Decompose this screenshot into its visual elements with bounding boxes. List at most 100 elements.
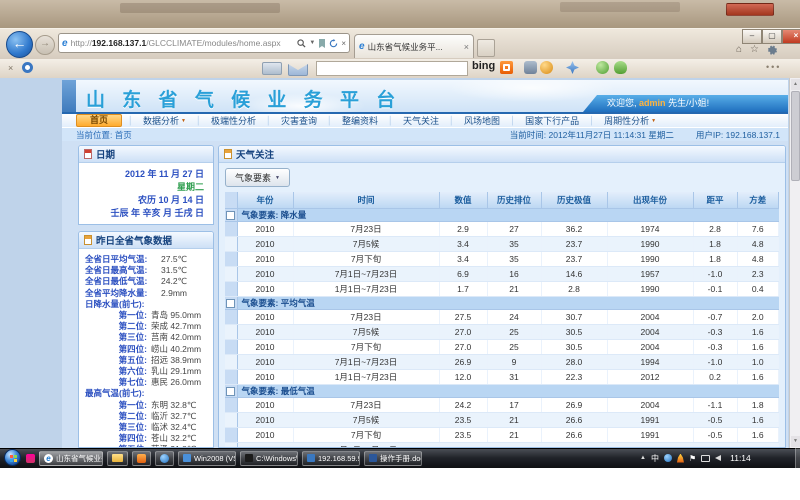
table-row[interactable]: 20107月23日2.92736.219742.87.6 — [225, 222, 779, 237]
table-row[interactable]: 20107月1日~7月23日26.9928.01994-1.01.0 — [225, 355, 779, 370]
table-row[interactable]: 20101月1日~7月23日12.03122.320120.21.6 — [225, 370, 779, 385]
collapse-checkbox[interactable] — [226, 211, 235, 220]
url-text[interactable]: http://192.168.137.1/GLCCLIMATE/modules/… — [71, 38, 295, 48]
report-icon — [84, 235, 92, 245]
forward-button[interactable]: → — [35, 35, 55, 55]
tray-clock[interactable]: 11:14 — [730, 453, 751, 463]
group-collapse-cell[interactable] — [225, 209, 237, 222]
table-row[interactable]: 20107月5候23.52126.61991-0.51.6 — [225, 413, 779, 428]
collapse-checkbox[interactable] — [226, 299, 235, 308]
favorites-star-icon[interactable]: ☆ — [750, 44, 759, 56]
table-row[interactable]: 20107月下旬27.02530.52004-0.31.6 — [225, 340, 779, 355]
bing-app-icon[interactable] — [500, 61, 513, 74]
group-collapse-cell[interactable] — [225, 385, 237, 398]
toolbar-card-icon[interactable] — [262, 62, 282, 75]
taskbar-icon-button[interactable] — [132, 451, 151, 466]
cell: 1.8 — [693, 237, 737, 252]
table-group-row[interactable]: 气象要素: 最低气温 — [225, 385, 779, 398]
cell: 6.9 — [439, 267, 487, 282]
table-row[interactable]: 20107月23日27.52430.72004-0.72.0 — [225, 310, 779, 325]
camera-icon[interactable] — [524, 61, 537, 74]
taskbar-window-button[interactable]: Win2008 (VS2... — [178, 451, 236, 466]
table-group-row[interactable]: 气象要素: 平均气温 — [225, 297, 779, 310]
ime-indicator[interactable]: 中 — [651, 453, 659, 464]
maximize-button[interactable]: ▢ — [762, 29, 782, 44]
cell: 7月23日 — [293, 222, 439, 237]
show-desktop-button[interactable] — [795, 448, 800, 468]
refresh-icon[interactable] — [329, 39, 338, 48]
people-icon[interactable] — [614, 61, 627, 74]
taskbar-window-button[interactable]: 192.168.59.99... — [302, 451, 360, 466]
table-row[interactable]: 20101月1日~7月23日1.7212.81990-0.10.4 — [225, 282, 779, 297]
nav-item-7[interactable]: 风场地图 — [454, 114, 510, 127]
address-bar[interactable]: e http://192.168.137.1/GLCCLIMATE/module… — [58, 33, 350, 53]
coins-icon[interactable] — [540, 61, 553, 74]
scroll-down-icon[interactable]: ▼ — [791, 436, 800, 447]
nav-item-2[interactable]: 数据分析▼ — [133, 114, 196, 127]
toolbar-logo-icon[interactable] — [22, 62, 33, 73]
taskbar-window-button[interactable]: 操作手册.docx ... — [364, 451, 422, 466]
tray-expand-icon[interactable]: ▲ — [640, 455, 646, 461]
element-filter-button[interactable]: 气象要素 ▼ — [225, 168, 290, 187]
start-button[interactable] — [4, 449, 21, 466]
scrollbar-thumb[interactable] — [791, 91, 800, 181]
compatibility-view-icon[interactable] — [318, 39, 326, 48]
cell: 30.5 — [541, 325, 607, 340]
search-icon[interactable] — [297, 39, 306, 48]
nav-item-1[interactable]: 首页 — [76, 114, 122, 127]
nav-item-6[interactable]: 天气关注 — [393, 114, 449, 127]
taskbar-icon-button[interactable] — [155, 451, 174, 466]
window-app-icon — [245, 454, 253, 462]
minimize-button[interactable]: – — [742, 29, 762, 44]
taskbar-ie-button[interactable]: e山东省气候业务平... — [39, 451, 103, 466]
group-collapse-cell[interactable] — [225, 297, 237, 310]
background-window-fragment — [560, 2, 680, 12]
taskbar-window-button[interactable]: C:\Windows\s... — [240, 451, 298, 466]
rank-row: 第二位:荣成 42.7mm — [85, 321, 211, 332]
nav-item-4[interactable]: 灾害查询 — [271, 114, 327, 127]
nav-item-8[interactable]: 国家下行产品 — [515, 114, 589, 127]
toolbar-overflow-icon[interactable]: ••• — [766, 62, 781, 72]
rank-row: 第五位:招远 38.9mm — [85, 355, 211, 366]
collapse-checkbox[interactable] — [226, 387, 235, 396]
stop-icon[interactable]: × — [341, 39, 346, 48]
settings-gear-icon[interactable] — [767, 45, 777, 55]
table-row[interactable]: 20107月5候27.02530.52004-0.31.6 — [225, 325, 779, 340]
taskbar-icon-button[interactable] — [107, 451, 128, 466]
calendar-panel-title: 日期 — [96, 147, 115, 161]
tray-app-icon[interactable] — [664, 454, 672, 462]
desktop-background — [0, 0, 800, 28]
table-row[interactable]: 20107月1日~7月23日6.91614.61957-1.02.3 — [225, 267, 779, 282]
tray-flame-icon[interactable] — [677, 454, 684, 463]
cell: 2004 — [607, 310, 693, 325]
vertical-scrollbar[interactable]: ▲ ▼ — [789, 78, 800, 448]
table-row[interactable]: 20107月5候3.43523.719901.84.8 — [225, 237, 779, 252]
volume-icon[interactable] — [715, 455, 721, 461]
new-tab-button[interactable] — [477, 39, 495, 57]
action-center-flag-icon[interactable]: ⚑ — [689, 454, 696, 463]
scroll-up-icon[interactable]: ▲ — [791, 79, 800, 90]
nav-item-label: 国家下行产品 — [525, 114, 579, 127]
toolbar-close-icon[interactable]: × — [8, 63, 13, 73]
toolbar-search-input[interactable] — [316, 61, 468, 76]
network-icon[interactable] — [701, 455, 710, 462]
breadcrumb[interactable]: 当前位置: 首页 — [76, 129, 132, 141]
browser-tab[interactable]: e 山东省气候业务平... × — [354, 34, 474, 58]
table-group-row[interactable]: 气象要素: 降水量 — [225, 209, 779, 222]
ie-icon: e — [44, 454, 53, 463]
recycle-icon[interactable] — [596, 61, 609, 74]
cell: -1.0 — [693, 267, 737, 282]
pinned-app-icon[interactable] — [26, 454, 35, 463]
back-button[interactable]: ← — [6, 31, 33, 58]
table-row[interactable]: 20107月下旬3.43523.719901.84.8 — [225, 252, 779, 267]
nav-item-9[interactable]: 周期性分析▼ — [594, 114, 666, 127]
table-row[interactable]: 20107月下旬23.52126.61991-0.51.6 — [225, 428, 779, 443]
nav-item-5[interactable]: 整编资料 — [332, 114, 388, 127]
close-button[interactable]: × — [782, 29, 800, 44]
tab-close-icon[interactable]: × — [464, 42, 469, 52]
home-icon[interactable]: ⌂ — [736, 44, 742, 56]
cell: -1.1 — [693, 398, 737, 413]
table-row[interactable]: 20107月23日24.21726.92004-1.11.8 — [225, 398, 779, 413]
address-dropdown-icon[interactable]: ▼ — [309, 40, 315, 46]
nav-item-3[interactable]: 极端性分析 — [201, 114, 266, 127]
